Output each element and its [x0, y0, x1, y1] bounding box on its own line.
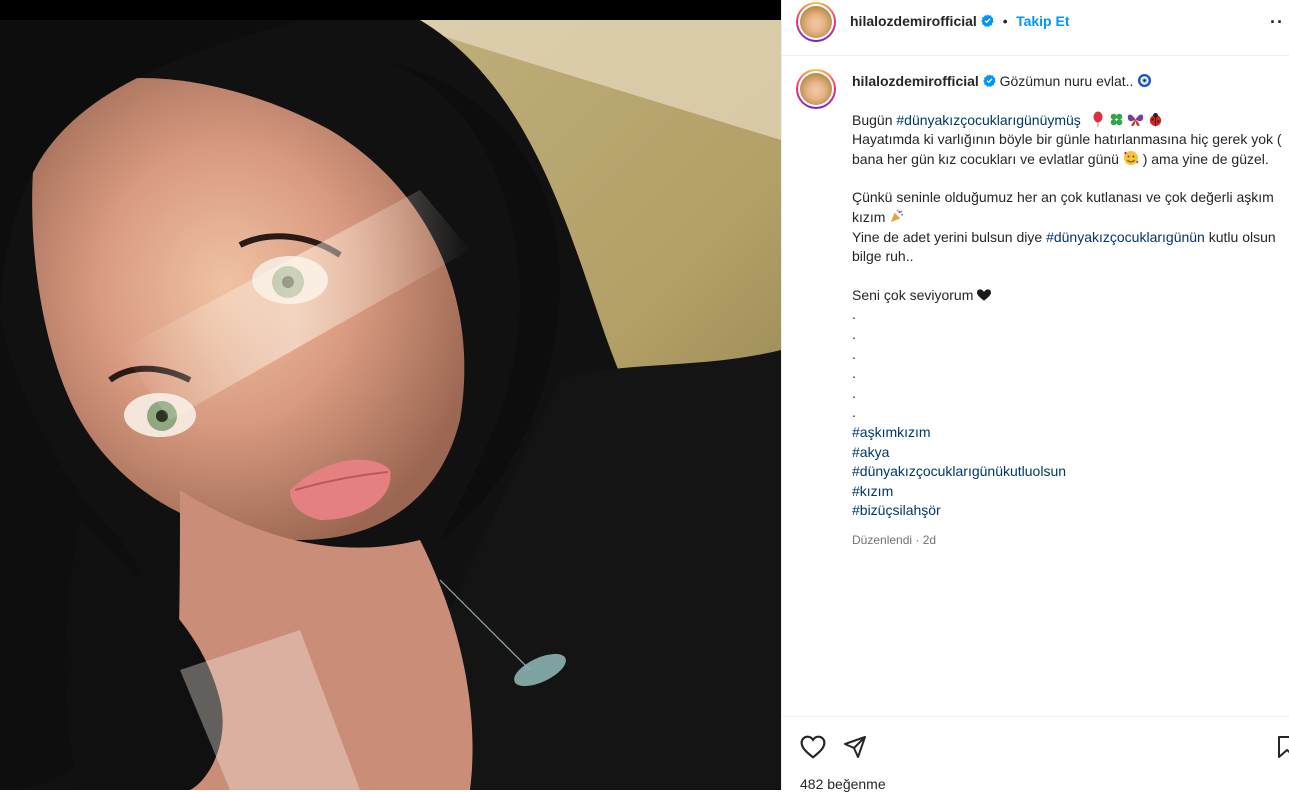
caption-dot: . — [852, 306, 856, 323]
verified-badge-icon — [982, 74, 996, 87]
verified-badge-icon — [981, 14, 994, 27]
post-header: hilalozdemirofficial • Takip Et ·· — [782, 0, 1289, 56]
caption-para-2: Çünkü seninle olduğumuz her an çok kutla… — [852, 188, 1288, 227]
caption-text: Bugün — [852, 111, 897, 128]
caption-dot: . — [852, 365, 856, 382]
hashtag-link[interactable]: #kızım — [852, 482, 1288, 502]
ladybug-icon — [1148, 112, 1163, 128]
black-heart-icon — [977, 289, 992, 301]
nazar-bead-icon — [1138, 73, 1152, 88]
caption-dot: . — [852, 384, 856, 401]
hashtag-link[interactable]: #akya — [852, 443, 1288, 463]
hashtag-link[interactable]: #bizüçsilahşör — [852, 501, 1288, 521]
caption-text: Çünkü seninle olduğumuz her an çok kutla… — [852, 189, 1274, 225]
post-details-panel: hilalozdemirofficial • Takip Et ·· hilal… — [781, 0, 1289, 792]
photo-image — [0, 20, 781, 790]
header-separator: • — [1002, 13, 1008, 29]
photo-top-bar — [0, 0, 781, 20]
clover-icon — [1109, 112, 1124, 128]
hashtag-link[interactable]: #aşkımkızım — [852, 423, 1288, 443]
post-caption: hilalozdemirofficial Gözümun nuru evlat.… — [852, 72, 1288, 550]
share-icon[interactable] — [843, 735, 867, 759]
more-icon[interactable]: ·· — [1270, 12, 1284, 33]
caption-intro: Gözümun nuru evlat.. — [999, 73, 1134, 89]
balloon-icon — [1091, 111, 1105, 128]
caption-dot: . — [852, 345, 856, 362]
heart-icon[interactable] — [800, 735, 826, 759]
butterfly-icon — [1127, 112, 1144, 128]
post-time[interactable]: 2d — [923, 533, 936, 547]
caption-text: Yine de adet yerini bulsun diye — [852, 228, 1047, 245]
hashtag-link[interactable]: #dünyakızçocuklarıgünüymüş — [896, 112, 1080, 128]
hashtag-link[interactable]: #dünyakızçocuklarıgünün — [1046, 229, 1205, 245]
caption-line-2: Hayatımda ki varlığının böyle bir günle … — [852, 130, 1288, 169]
author-username[interactable]: hilalozdemirofficial — [850, 13, 977, 29]
caption-first-line: hilalozdemirofficial Gözümun nuru evlat.… — [852, 72, 1288, 92]
caption-username[interactable]: hilalozdemirofficial — [852, 73, 979, 89]
edited-label: Düzenlendi — [852, 532, 913, 547]
caption-meta: Düzenlendi · 2d — [852, 531, 1288, 551]
caption-text: ) ama yine de güzel. — [1138, 150, 1269, 167]
post-photo[interactable] — [0, 0, 781, 790]
caption-para-3: Yine de adet yerini bulsun diye #dünyakı… — [852, 228, 1288, 267]
caption-dot: . — [852, 404, 856, 421]
caption-text: Seni çok seviyorum — [852, 286, 974, 303]
smiling-face-hearts-icon — [1123, 150, 1139, 165]
caption-avatar[interactable] — [796, 69, 836, 109]
party-popper-icon — [891, 209, 904, 223]
follow-button[interactable]: Takip Et — [1016, 13, 1069, 29]
caption-dot: . — [852, 325, 856, 342]
hashtag-link[interactable]: #dünyakızçocuklarıgünükutluolsun — [852, 462, 1288, 482]
bookmark-icon[interactable] — [1277, 735, 1289, 759]
author-avatar[interactable] — [796, 2, 836, 42]
caption-line-1: Bugün #dünyakızçocuklarıgünüymüş — [852, 111, 1288, 131]
meta-separator: · — [915, 532, 920, 547]
caption-love-line: Seni çok seviyorum — [852, 286, 1288, 306]
